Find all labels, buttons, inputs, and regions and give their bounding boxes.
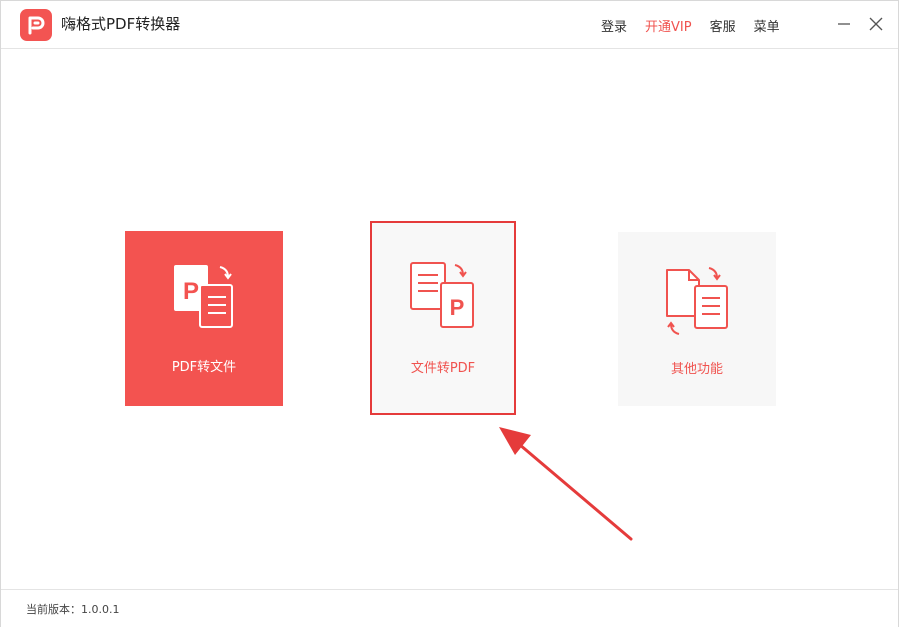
status-bar: 当前版本：1.0.0.1 [1,589,898,627]
file-to-pdf-icon: P [403,259,483,343]
pdf-logo-icon [20,9,52,41]
login-link[interactable]: 登录 [601,16,627,35]
other-functions-label: 其他功能 [670,362,723,377]
close-icon[interactable] [865,13,887,35]
pdf-to-file-card[interactable]: P PDF转文件 [125,231,283,406]
app-window: 嗨格式PDF转换器 登录 开通VIP 客服 菜单 P PDF转文件 P 文件转P… [0,0,899,627]
minimize-icon[interactable] [833,13,855,35]
other-functions-icon [657,260,737,344]
other-functions-card[interactable]: 其他功能 [618,232,776,406]
pdf-to-file-icon: P [164,259,244,343]
svg-text:P: P [450,295,465,320]
red-pointer-arrow [491,421,636,546]
app-title: 嗨格式PDF转换器 [61,15,181,33]
title-bar: 嗨格式PDF转换器 登录 开通VIP 客服 菜单 [1,1,898,49]
file-to-pdf-card[interactable]: P 文件转PDF [370,221,516,415]
svg-text:P: P [183,278,199,305]
version-text: 当前版本：1.0.0.1 [26,603,120,616]
customer-service-link[interactable]: 客服 [710,16,736,35]
file-to-pdf-label: 文件转PDF [410,361,476,376]
pdf-to-file-label: PDF转文件 [171,360,237,375]
top-nav: 登录 开通VIP 客服 菜单 [601,15,798,35]
open-vip-link[interactable]: 开通VIP [645,16,692,35]
menu-link[interactable]: 菜单 [754,16,780,35]
